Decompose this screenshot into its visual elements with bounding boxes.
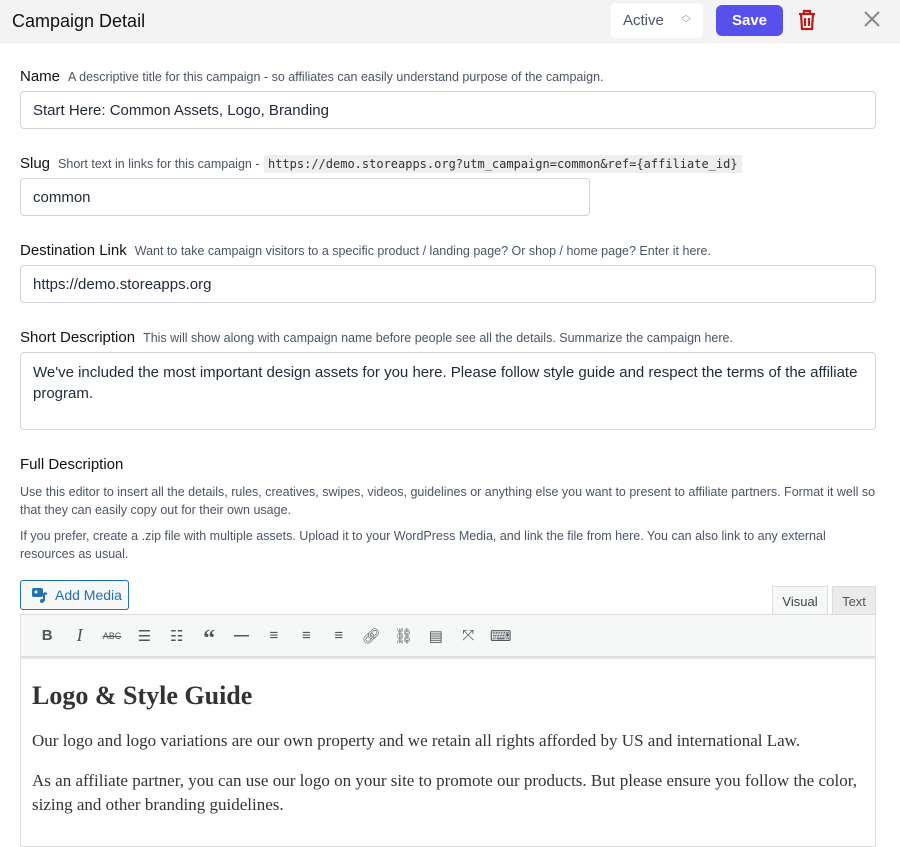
editor-paragraph: As an affiliate partner, you can use our… xyxy=(32,771,857,814)
trash-icon[interactable] xyxy=(797,9,817,31)
slug-hint: Short text in links for this campaign - xyxy=(58,157,260,171)
slug-label: Slug xyxy=(20,155,51,172)
numbered-list-icon[interactable]: ☷ xyxy=(161,621,193,651)
blockquote-icon[interactable]: “ xyxy=(193,621,225,652)
name-label-row: Name A descriptive title for this campaig… xyxy=(20,68,604,86)
destination-input[interactable]: https://demo.storeapps.org xyxy=(20,265,876,303)
header: Campaign Detail Active ︿ ﹀ Save xyxy=(0,0,900,43)
status-value: Active xyxy=(623,12,664,29)
toolbar-toggle-icon[interactable]: ⌨︎ xyxy=(484,621,516,651)
align-center-icon[interactable]: ≡ xyxy=(290,621,322,651)
bold-icon[interactable]: B xyxy=(31,621,63,651)
name-hint: A descriptive title for this campaign - … xyxy=(68,70,604,84)
short-desc-textarea[interactable]: We've included the most important design… xyxy=(20,352,876,430)
media-icon xyxy=(32,588,48,603)
fullscreen-icon[interactable]: ⤧ xyxy=(452,621,484,651)
short-desc-label-row: Short Description This will show along wi… xyxy=(20,329,733,347)
bullet-list-icon[interactable]: ☰ xyxy=(128,621,160,651)
slug-input[interactable]: common xyxy=(20,178,590,216)
strikethrough-icon[interactable]: ABC xyxy=(96,621,128,651)
slug-url: https://demo.storeapps.org?utm_campaign=… xyxy=(263,155,742,173)
unlink-icon[interactable]: ⛓︎ xyxy=(387,621,419,651)
add-media-button[interactable]: Add Media xyxy=(20,580,129,610)
align-left-icon[interactable]: ≡ xyxy=(258,621,290,651)
tab-visual[interactable]: Visual xyxy=(772,586,828,615)
full-desc-label: Full Description xyxy=(20,456,124,473)
status-select[interactable]: Active ︿ ﹀ xyxy=(611,3,703,38)
close-icon[interactable] xyxy=(862,9,882,29)
name-input[interactable]: Start Here: Common Assets, Logo, Brandin… xyxy=(20,91,876,129)
name-label: Name xyxy=(20,68,61,85)
destination-label: Destination Link xyxy=(20,242,127,259)
chevron-updown-icon: ︿ ﹀ xyxy=(681,10,691,30)
tab-text[interactable]: Text xyxy=(832,586,876,615)
full-desc-help-1: Use this editor to insert all the detail… xyxy=(20,485,876,517)
full-desc-help-2: If you prefer, create a .zip file with m… xyxy=(20,529,826,561)
editor-paragraph: Our logo and logo variations are our own… xyxy=(32,731,801,750)
short-desc-label: Short Description xyxy=(20,329,136,346)
read-more-icon[interactable]: ▤ xyxy=(420,621,452,651)
editor-toolbar: B I ABC ☰ ☷ “ — ≡ ≡ ≡ 🔗︎ ⛓︎ ▤ ⤧ ⌨︎ xyxy=(20,614,876,657)
editor-heading: Logo & Style Guide xyxy=(32,681,253,710)
link-icon[interactable]: 🔗︎ xyxy=(355,621,387,651)
save-button[interactable]: Save xyxy=(716,5,783,36)
destination-hint: Want to take campaign visitors to a spec… xyxy=(134,244,711,258)
editor-content[interactable]: Logo & Style Guide Our logo and logo var… xyxy=(20,657,876,847)
italic-icon[interactable]: I xyxy=(63,621,95,651)
destination-label-row: Destination Link Want to take campaign vi… xyxy=(20,242,711,260)
page-title: Campaign Detail xyxy=(12,11,146,31)
short-desc-hint: This will show along with campaign name … xyxy=(143,331,733,345)
add-media-label: Add Media xyxy=(55,587,122,603)
align-right-icon[interactable]: ≡ xyxy=(323,621,355,651)
horizontal-rule-icon[interactable]: — xyxy=(225,621,257,651)
slug-label-row: Slug Short text in links for this campaig… xyxy=(20,155,742,173)
